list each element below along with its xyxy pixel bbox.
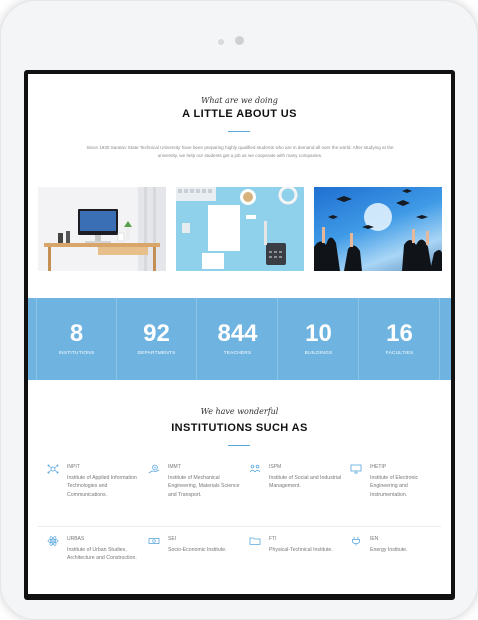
folder-icon <box>249 537 261 545</box>
camera-dot <box>235 36 244 45</box>
about-title: A LITTLE ABOUT US <box>182 108 297 120</box>
stat-label: TEACHERS <box>223 351 252 356</box>
plug-icon <box>352 537 360 546</box>
institution-description: Institute of Social and Industrial Manag… <box>269 475 342 490</box>
stat-value: 92 <box>143 320 170 347</box>
stat-label: DEPARTMENTS <box>137 351 176 356</box>
institution-description: Institute of Urban Studies, Architecture… <box>67 547 137 562</box>
stat-value: 8 <box>69 320 84 347</box>
institution-code: IEN <box>370 536 379 542</box>
stat-value: 10 <box>305 320 332 347</box>
stat-label: INSTITUTIONS <box>58 351 95 356</box>
stat-teachers: 844 TEACHERS <box>198 298 278 380</box>
monitor-icon <box>350 464 362 474</box>
institution-description: Institute of Electronic Engineering and … <box>370 475 419 498</box>
institution-description: Socio-Economic Institute. <box>168 547 227 553</box>
gear-hand-icon <box>148 464 160 474</box>
about-title-underline <box>228 131 250 132</box>
people-icon <box>249 464 261 473</box>
desk-photo <box>38 187 166 271</box>
institution-code: IMMT <box>168 464 181 470</box>
stat-faculties: 16 FACULTIES <box>360 298 440 380</box>
graduation-photo <box>314 187 442 271</box>
sensor-dot <box>218 39 224 45</box>
institution-code: FTI <box>269 536 277 542</box>
institutions-kicker: We have wonderful <box>200 407 279 416</box>
row-divider <box>38 526 441 527</box>
institutions-title: INSTITUTIONS SUCH AS <box>171 422 308 434</box>
stat-departments: 92 DEPARTMENTS <box>117 298 197 380</box>
institutions-title-underline <box>228 445 250 446</box>
stat-buildings: 10 BUILDINGS <box>279 298 359 380</box>
workspace-photo <box>176 187 304 271</box>
stat-value: 844 <box>217 320 258 347</box>
screen: What are we doing A LITTLE ABOUT US Sinc… <box>28 74 451 594</box>
institution-description: Institute of Applied Information Technol… <box>67 475 137 498</box>
institution-description: Energy Institute. <box>370 547 408 553</box>
stat-institutions: 8 INSTITUTIONS <box>37 298 117 380</box>
stat-label: BUILDINGS <box>304 351 333 356</box>
cash-icon <box>148 538 160 544</box>
institution-code: SEI <box>168 536 177 542</box>
institution-description: Physical-Technical Institute. <box>269 547 333 553</box>
about-text: Since 1930 Saratov State Technical Unive… <box>86 145 394 158</box>
network-icon <box>47 464 59 474</box>
atom-icon <box>47 536 59 546</box>
institution-code: ISPM <box>269 464 282 470</box>
stat-label: FACULTIES <box>385 351 414 356</box>
institution-code: INPIT <box>67 464 80 470</box>
institution-description: Institute of Mechanical Engineering, Mat… <box>168 475 240 498</box>
stat-value: 16 <box>386 320 413 347</box>
institution-code: URBAS <box>67 536 85 542</box>
about-kicker: What are we doing <box>201 96 278 105</box>
institution-code: IНЕТIP <box>370 464 387 470</box>
stats-band: 8 INSTITUTIONS 92 DEPARTMENTS 844 TEACHE… <box>28 298 451 380</box>
